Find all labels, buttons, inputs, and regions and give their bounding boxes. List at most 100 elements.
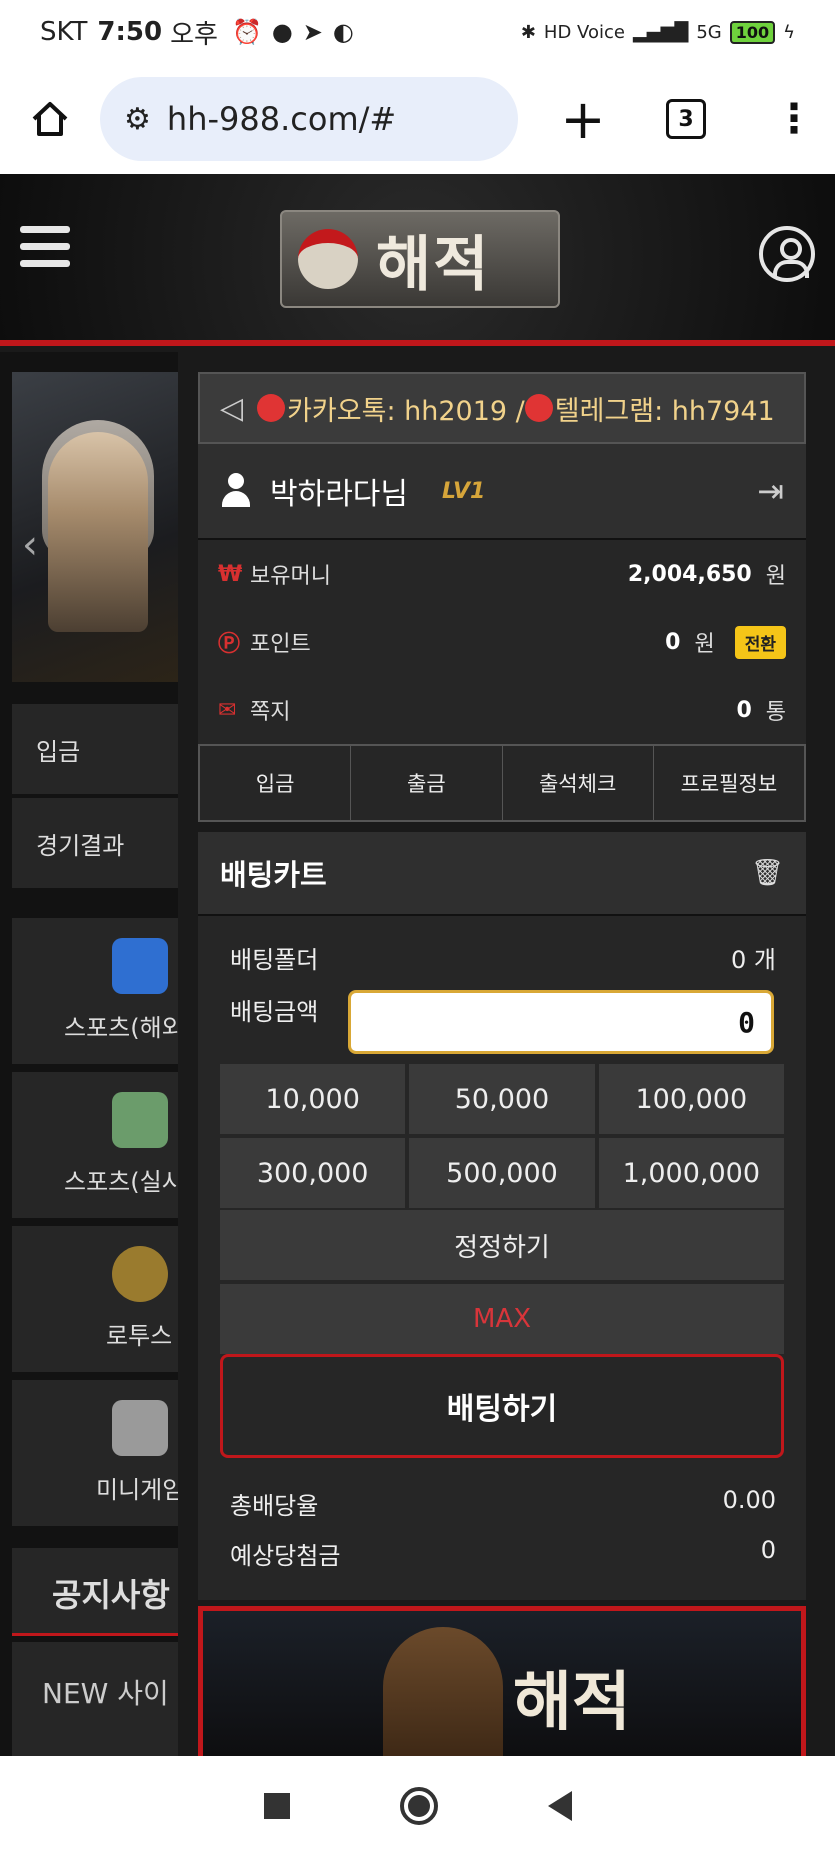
home-icon xyxy=(32,102,68,136)
promo-banner[interactable]: ‹ xyxy=(12,372,178,682)
lotus-gaming-icon xyxy=(112,1246,168,1302)
home-nav-button[interactable] xyxy=(399,1787,438,1825)
sidebar-item-results[interactable]: 경기결과 xyxy=(12,798,178,888)
point-row: Ⓟ 포인트 0 원 전환 xyxy=(198,608,806,676)
amount-button-1000000[interactable]: 1,000,000 xyxy=(598,1138,784,1208)
max-button[interactable]: MAX xyxy=(220,1284,784,1354)
site-logo[interactable]: 해적 xyxy=(280,210,560,308)
point-label: 포인트 xyxy=(250,632,311,657)
carrier-label: SKT xyxy=(40,17,88,47)
quick-buttons: 입금 출금 출석체크 프로필정보 xyxy=(198,744,806,822)
sidebar-item-deposit[interactable]: 입금 xyxy=(12,704,178,794)
sidebar-game-mini[interactable]: 미니게임 xyxy=(12,1380,178,1526)
bet-amount-input[interactable] xyxy=(348,990,774,1054)
pirate-portrait xyxy=(383,1627,503,1756)
app-icon: ◐ xyxy=(332,18,354,46)
telegram-badge-icon xyxy=(524,394,553,422)
sidebar-game-sports-live[interactable]: 스포츠(실시 xyxy=(12,1072,178,1218)
menu-icon[interactable] xyxy=(20,226,70,277)
profile-icon[interactable] xyxy=(759,226,815,282)
logo-text: 해적 xyxy=(376,229,491,300)
logout-icon[interactable]: ⇥ xyxy=(757,472,784,510)
won-icon: ₩ xyxy=(218,561,243,587)
amount-grid: 10,000 50,000 100,000 300,000 500,000 1,… xyxy=(220,1064,784,1208)
chat-icon: ● xyxy=(271,18,293,46)
trash-icon[interactable]: 🗑 xyxy=(751,858,784,888)
announcement-text: 카카오톡: hh2019 / xyxy=(287,395,525,427)
hd-voice-icon: HD Voice xyxy=(543,21,625,43)
expected-win-label: 예상당첨금 xyxy=(230,1542,341,1570)
notice-item[interactable]: NEW 사이 xyxy=(12,1642,178,1756)
chevron-left-icon[interactable]: ‹ xyxy=(22,522,38,568)
5g-icon: 5G xyxy=(696,21,722,43)
notice-title: 공지사항 xyxy=(12,1548,178,1636)
attendance-button[interactable]: 출석체크 xyxy=(502,746,654,820)
bluetooth-icon: ✱ xyxy=(520,21,536,43)
battery-icon: 100 xyxy=(729,20,776,44)
kakao-icon xyxy=(257,394,286,422)
bet-folder-row: 배팅폴더 0 개 xyxy=(230,940,776,975)
film-icon xyxy=(112,1400,168,1456)
message-row[interactable]: ✉ 쪽지 0 통 xyxy=(198,676,806,744)
signal-icon: ▂▄▆█ xyxy=(632,21,689,43)
banner-text: 해적 xyxy=(513,1665,631,1740)
pirate-skull-icon xyxy=(298,229,358,289)
money-unit: 원 xyxy=(765,564,786,589)
tab-switcher-button[interactable]: 3 xyxy=(666,99,706,139)
amount-button-50000[interactable]: 50,000 xyxy=(409,1064,595,1134)
withdraw-button[interactable]: 출금 xyxy=(351,746,503,820)
message-unit: 통 xyxy=(765,700,786,725)
alarm-icon: ⏰ xyxy=(231,18,262,46)
bet-cart-title: 배팅카트 xyxy=(220,858,327,892)
new-tab-button[interactable]: + xyxy=(528,88,638,151)
url-bar[interactable]: ⚙ hh-988.com/# xyxy=(100,77,518,161)
user-icon xyxy=(220,473,252,509)
more-menu-icon[interactable]: ⋮ xyxy=(774,99,814,139)
status-bar: SKT 7:50 오후 ⏰ ● ➤ ◐ ✱ HD Voice ▂▄▆█ 5G 1… xyxy=(0,0,835,64)
point-icon: Ⓟ xyxy=(218,632,241,657)
money-label: 보유머니 xyxy=(250,564,331,589)
amount-button-500000[interactable]: 500,000 xyxy=(409,1138,595,1208)
point-unit: 원 xyxy=(694,632,715,657)
money-row: ₩ 보유머니 2,004,650 원 xyxy=(198,540,806,608)
point-value: 0 xyxy=(665,629,681,655)
clock-ampm: 오후 xyxy=(170,19,218,50)
sidebar-game-sports-overseas[interactable]: 스포츠(해외 xyxy=(12,918,178,1064)
amount-button-10000[interactable]: 10,000 xyxy=(220,1064,406,1134)
profile-info-button[interactable]: 프로필정보 xyxy=(653,746,804,820)
place-bet-button[interactable]: 배팅하기 xyxy=(220,1354,784,1458)
back-button[interactable] xyxy=(547,1791,572,1821)
clock-time: 7:50 xyxy=(97,17,163,47)
convert-button[interactable]: 전환 xyxy=(734,625,786,659)
bet-folder-value: 0 개 xyxy=(731,946,776,974)
recents-button[interactable] xyxy=(263,1793,290,1819)
home-button[interactable] xyxy=(0,99,100,139)
message-label: 쪽지 xyxy=(250,700,291,725)
bet-cart-header: 배팅카트 🗑 xyxy=(198,832,806,916)
site-header: 해적 xyxy=(0,174,835,346)
user-row: 박하라다님 LV1 ⇥ xyxy=(198,444,806,540)
bet-folder-label: 배팅폴더 xyxy=(230,946,319,974)
bet-amount-label: 배팅금액 xyxy=(230,998,319,1026)
expected-win-row: 예상당첨금 0 xyxy=(230,1536,776,1571)
whistle-ball-icon xyxy=(112,938,168,994)
total-odds-row: 총배당율 0.00 xyxy=(230,1486,776,1521)
user-name: 박하라다님 xyxy=(270,477,408,512)
sidebar-game-lotus[interactable]: 로투스 xyxy=(12,1226,178,1372)
deposit-button[interactable]: 입금 xyxy=(200,746,352,820)
charging-icon: ϟ xyxy=(783,21,795,43)
phone-ball-icon xyxy=(112,1092,168,1148)
reset-button[interactable]: 정정하기 xyxy=(220,1210,784,1280)
announcement-marquee: ◁ 카카오톡: hh2019 / 텔레그램: hh7941 xyxy=(198,372,806,444)
url-text: hh-988.com/# xyxy=(166,100,397,138)
user-level-badge: LV1 xyxy=(442,478,486,504)
pirate-banner[interactable]: 해적 xyxy=(198,1606,806,1756)
system-nav-bar xyxy=(0,1756,835,1856)
amount-button-300000[interactable]: 300,000 xyxy=(220,1138,406,1208)
amount-button-100000[interactable]: 100,000 xyxy=(598,1064,784,1134)
site-settings-icon[interactable]: ⚙ xyxy=(124,102,151,137)
speaker-icon: ◁ xyxy=(220,390,244,426)
bet-cart: 배팅카트 🗑 배팅폴더 0 개 배팅금액 10,000 50,000 100,0… xyxy=(198,832,806,1600)
message-value: 0 xyxy=(736,697,752,723)
left-sidebar: ‹ 입금 경기결과 스포츠(해외 스포츠(실시 로투스 미니게임 공지사항 NE… xyxy=(0,352,178,1756)
